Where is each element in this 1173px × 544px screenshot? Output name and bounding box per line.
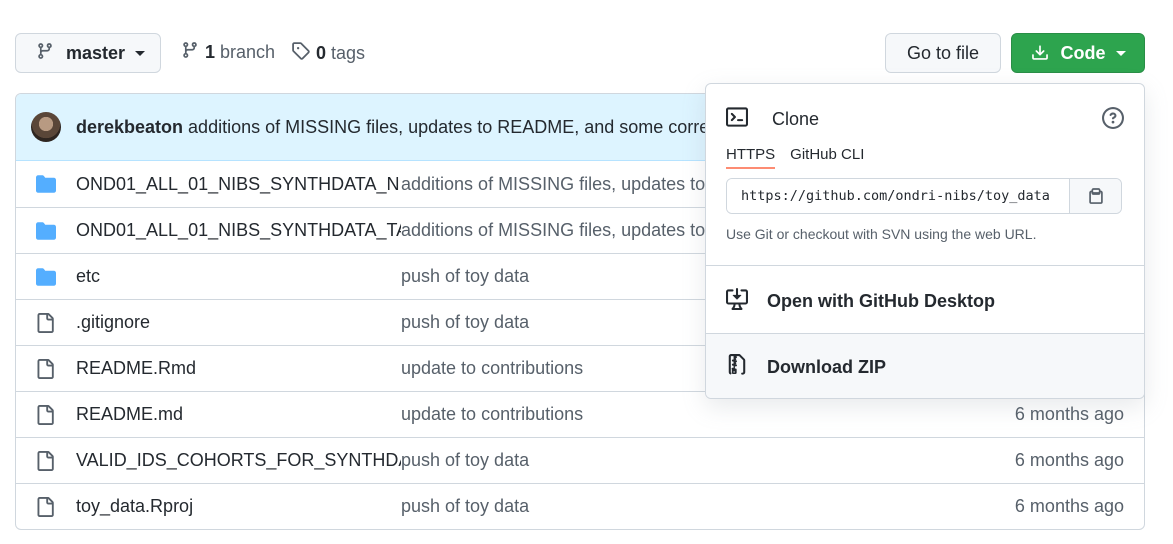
folder-icon — [35, 174, 57, 194]
commit-author[interactable]: derekbeaton — [76, 117, 183, 138]
tab-https[interactable]: HTTPS — [726, 146, 776, 169]
commit-age: 6 months ago — [1014, 496, 1124, 516]
open-with-desktop-label: Open with GitHub Desktop — [767, 290, 995, 311]
clone-note: Use Git or checkout with SVN using the w… — [726, 226, 1037, 242]
commit-message-link[interactable]: update to contributions — [401, 404, 583, 425]
file-icon — [35, 404, 57, 425]
table-row[interactable]: VALID_IDS_COHORTS_FOR_SYNTHDA... push of … — [16, 437, 1144, 483]
commit-age: 6 months ago — [1014, 404, 1124, 424]
commit-message-link[interactable]: push of toy data — [401, 496, 529, 517]
clone-title: Clone — [772, 109, 820, 129]
commit-age: 6 months ago — [1014, 450, 1124, 470]
clone-header: Clone — [726, 106, 819, 133]
file-icon — [35, 358, 57, 379]
divider — [706, 265, 1144, 266]
open-with-desktop-item[interactable]: Open with GitHub Desktop — [706, 268, 1144, 334]
clone-url-input[interactable] — [727, 179, 1070, 213]
tag-icon — [291, 41, 310, 65]
file-name-link[interactable]: OND01_ALL_01_NIBS_SYNTHDATA_TA... — [76, 220, 401, 241]
commit-message-link[interactable]: push of toy data — [401, 312, 529, 333]
tags-link[interactable]: 0 tags — [291, 41, 365, 65]
clone-url-group — [726, 178, 1122, 214]
file-name-link[interactable]: README.Rmd — [76, 358, 401, 379]
code-button-label: Code — [1060, 42, 1106, 63]
tab-github-cli[interactable]: GitHub CLI — [790, 146, 864, 169]
file-name-link[interactable]: .gitignore — [76, 312, 401, 333]
file-name-link[interactable]: toy_data.Rproj — [76, 496, 401, 517]
branches-link[interactable]: 1 branch — [181, 41, 275, 64]
clone-dropdown: Clone HTTPS GitHub CLI Use Git or checko… — [705, 83, 1145, 399]
download-zip-item[interactable]: Download ZIP — [706, 334, 1144, 398]
file-name-link[interactable]: OND01_ALL_01_NIBS_SYNTHDATA_N... — [76, 174, 401, 195]
git-branch-icon — [36, 42, 54, 65]
file-icon — [35, 450, 57, 471]
download-zip-label: Download ZIP — [767, 356, 886, 377]
branch-count: 1 — [205, 42, 216, 62]
avatar[interactable] — [31, 112, 61, 142]
go-to-file-button[interactable]: Go to file — [885, 33, 1001, 73]
file-name-link[interactable]: VALID_IDS_COHORTS_FOR_SYNTHDA... — [76, 450, 401, 471]
git-branch-icon — [181, 41, 199, 64]
terminal-icon — [726, 106, 748, 133]
file-name-link[interactable]: README.md — [76, 404, 401, 425]
table-row[interactable]: toy_data.Rproj push of toy data 6 months a… — [16, 483, 1144, 529]
clone-protocol-tabs: HTTPS GitHub CLI — [726, 146, 879, 169]
desktop-download-icon — [726, 287, 748, 315]
file-name-link[interactable]: etc — [76, 266, 401, 287]
commit-message-link[interactable]: push of toy data — [401, 450, 529, 471]
code-button[interactable]: Code — [1011, 33, 1145, 73]
file-icon — [35, 496, 57, 517]
file-icon — [35, 312, 57, 333]
branch-name: master — [66, 42, 126, 63]
copy-url-button[interactable] — [1069, 179, 1121, 213]
branch-label: branch — [220, 42, 276, 62]
tag-count: 0 — [316, 42, 327, 63]
chevron-down-icon — [1115, 50, 1126, 56]
branch-select-button[interactable]: master — [15, 33, 161, 73]
question-icon[interactable] — [1102, 107, 1124, 134]
folder-icon — [35, 221, 57, 241]
commit-message[interactable]: additions of MISSING files, updates to R… — [188, 117, 756, 138]
tag-label: tags — [331, 42, 366, 63]
folder-icon — [35, 267, 57, 287]
commit-message-link[interactable]: push of toy data — [401, 266, 529, 287]
chevron-down-icon — [135, 50, 146, 56]
download-icon — [1031, 45, 1048, 60]
copy-icon — [1088, 188, 1103, 204]
commit-message-link[interactable]: update to contributions — [401, 358, 583, 379]
file-zip-icon — [726, 353, 748, 381]
